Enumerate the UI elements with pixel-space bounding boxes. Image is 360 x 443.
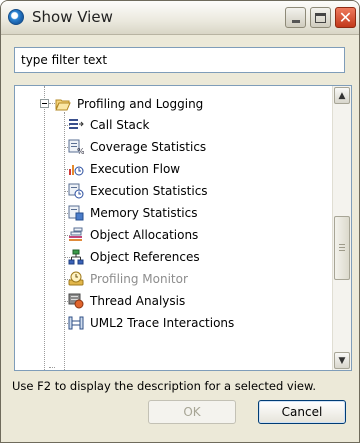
cancel-button[interactable]: Cancel (258, 400, 346, 424)
tree-item-execution-flow[interactable]: Execution Flow (64, 159, 181, 179)
title-bar[interactable]: Show View ✕ (1, 1, 359, 35)
maximize-icon (315, 12, 326, 23)
tree-item-coverage-statistics[interactable]: % Coverage Statistics (64, 137, 207, 157)
scroll-down-button[interactable]: ▼ (334, 352, 350, 369)
call-stack-icon (69, 119, 84, 129)
thread-analysis-icon (68, 293, 84, 309)
svg-text:%: % (77, 147, 84, 155)
tree-guide-line (44, 86, 45, 370)
chevron-up-icon: ▲ (338, 90, 346, 101)
tree-item-uml2-trace-interactions[interactable]: UML2 Trace Interactions (64, 313, 235, 333)
uml2-trace-interactions-icon (68, 316, 84, 330)
open-folder-icon (55, 99, 71, 111)
object-allocations-icon (69, 227, 83, 241)
item-label: Memory Statistics (90, 206, 198, 220)
tree-guide-line (49, 367, 55, 368)
item-label: Execution Flow (90, 162, 181, 176)
tree-item-profiling-monitor[interactable]: Profiling Monitor (64, 269, 188, 289)
ok-button[interactable]: OK (148, 400, 236, 424)
coverage-statistics-icon: % (68, 139, 84, 155)
tree-vertical-scrollbar[interactable]: ▲ ▼ (332, 86, 351, 370)
description-text: Use F2 to display the description for a … (12, 379, 316, 393)
item-label: Execution Statistics (90, 184, 208, 198)
tree-item-call-stack[interactable]: Call Stack (64, 115, 150, 135)
tree-content: Profiling and Logging Call Stack % Cover… (15, 86, 333, 370)
tree-item-object-references[interactable]: Object References (64, 247, 200, 267)
collapse-toggle[interactable] (40, 99, 49, 108)
scroll-up-button[interactable]: ▲ (334, 87, 350, 104)
grip-line (339, 250, 345, 251)
minimize-button[interactable] (285, 7, 306, 28)
close-button[interactable]: ✕ (335, 7, 356, 28)
tree-item-memory-statistics[interactable]: Memory Statistics (64, 203, 198, 223)
tree-item-object-allocations[interactable]: Object Allocations (64, 225, 199, 245)
execution-statistics-icon (68, 183, 84, 199)
view-tree[interactable]: Profiling and Logging Call Stack % Cover… (14, 85, 352, 371)
object-references-icon (68, 249, 84, 265)
maximize-button[interactable] (310, 7, 331, 28)
chevron-down-icon: ▼ (338, 355, 346, 366)
tree-item-thread-analysis[interactable]: Thread Analysis (64, 291, 186, 311)
tree-category-profiling-and-logging[interactable]: Profiling and Logging (55, 94, 203, 114)
item-label: Call Stack (90, 118, 150, 132)
item-label: Profiling Monitor (90, 272, 188, 286)
grip-line (339, 247, 345, 248)
minimize-icon (291, 20, 300, 23)
grip-line (339, 244, 345, 245)
profiling-monitor-icon (68, 271, 84, 286)
item-label: Thread Analysis (90, 294, 186, 308)
item-label: Object Allocations (90, 228, 199, 242)
memory-statistics-icon (68, 205, 84, 221)
item-label: Coverage Statistics (90, 140, 207, 154)
tree-guide-line (64, 112, 65, 370)
eclipse-view-icon (8, 9, 24, 25)
close-icon: ✕ (338, 7, 353, 27)
tree-item-execution-statistics[interactable]: Execution Statistics (64, 181, 208, 201)
category-label: Profiling and Logging (77, 97, 204, 111)
item-label: Object References (90, 250, 200, 264)
scroll-thumb[interactable] (334, 216, 350, 280)
execution-flow-icon (69, 165, 84, 176)
show-view-dialog: Show View ✕ Profiling and Logging (0, 0, 360, 443)
item-label: UML2 Trace Interactions (90, 316, 235, 330)
window-title: Show View (32, 8, 113, 26)
filter-input[interactable] (14, 47, 345, 73)
